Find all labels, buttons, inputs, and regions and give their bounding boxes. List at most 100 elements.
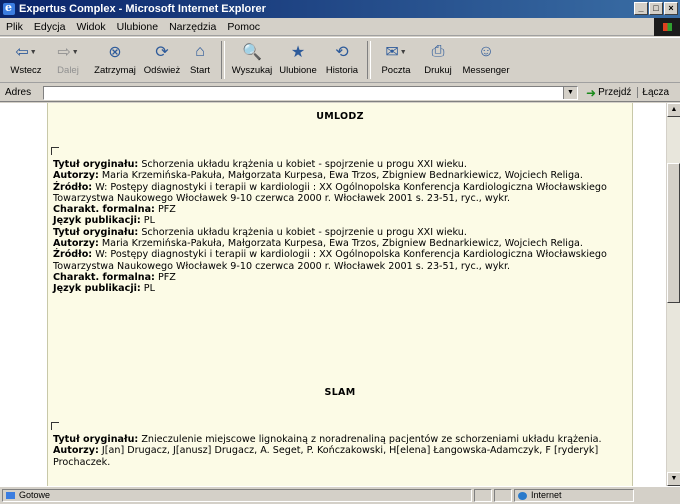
- toolbar: ⇦ ▼ Wstecz ⇨ ▼ Dalej ⊗ Zatrzymaj ⟳ Odśwież ⌂ Start 🔍…: [0, 37, 680, 83]
- field-value: PL: [143, 215, 155, 227]
- security-zone: Internet: [514, 489, 634, 502]
- links-button[interactable]: Łącza: [637, 87, 669, 98]
- window-title: Expertus Complex - Microsoft Internet Ex…: [19, 3, 266, 15]
- field-label: Tytuł oryginału:: [53, 226, 139, 238]
- address-dropdown-icon[interactable]: ▼: [563, 86, 577, 99]
- menu-item[interactable]: Edycja: [34, 21, 66, 33]
- record-field: Źródło: W: Postępy diagnostyki i terapii…: [53, 182, 622, 205]
- record-field: Autorzy: Maria Krzemińska-Pakuła, Małgor…: [53, 170, 622, 181]
- field-label: Autorzy:: [53, 238, 99, 250]
- section-heading: UMLODZ: [316, 111, 364, 122]
- field-label: Tytuł oryginału:: [53, 434, 139, 445]
- field-value: J[an] Drugacz, J[anusz] Drugacz, A. Sege…: [53, 445, 599, 468]
- toolbar-label: Wstecz: [10, 65, 42, 76]
- field-value: W: Postępy diagnostyki i terapii w kardi…: [53, 181, 607, 204]
- address-bar: Adres ▼ ➜ Przejdź Łącza: [0, 84, 680, 102]
- ie-logo-icon: [3, 1, 15, 15]
- start-button[interactable]: ⌂ Start: [182, 38, 218, 82]
- record-field: Język publikacji: PL: [53, 283, 622, 294]
- record-checkbox[interactable]: [51, 422, 59, 430]
- refresh-icon: ⟳: [155, 44, 169, 61]
- minimize-button[interactable]: _: [634, 2, 648, 15]
- record-checkbox[interactable]: [51, 147, 59, 155]
- od-wie--button[interactable]: ⟳ Odśwież: [142, 38, 182, 82]
- menu-item[interactable]: Widok: [76, 21, 105, 33]
- field-value: PFZ: [157, 271, 176, 283]
- maximize-button[interactable]: □: [649, 2, 663, 15]
- scroll-thumb[interactable]: [667, 163, 680, 303]
- title-bar: Expertus Complex - Microsoft Internet Ex…: [0, 0, 680, 18]
- field-label: Autorzy:: [53, 445, 99, 457]
- close-button[interactable]: ×: [664, 2, 678, 15]
- record-field: Charakt. formalna: PFZ: [53, 204, 622, 215]
- field-label: Język publikacji:: [53, 215, 141, 227]
- record-field: Charakt. formalna: PFZ: [53, 272, 622, 283]
- status-pane: [474, 489, 492, 502]
- messenger-icon: ☺: [477, 43, 495, 60]
- windows-logo-icon: [654, 18, 680, 36]
- toolbar-label: Zatrzymaj: [94, 65, 136, 76]
- search-icon: 🔍: [242, 44, 262, 61]
- wyszukaj-button[interactable]: 🔍 Wyszukaj: [228, 38, 276, 82]
- scroll-up-icon[interactable]: ▲: [667, 103, 680, 117]
- page-viewport: UMLODZ Tytuł oryginału: Schorzenia układu…: [0, 103, 680, 486]
- home-icon: ⌂: [195, 43, 205, 60]
- menu-item[interactable]: Plik: [6, 21, 23, 33]
- history-icon: ⟲: [335, 44, 349, 61]
- toolbar-label: Start: [189, 65, 211, 76]
- status-pane: [494, 489, 512, 502]
- field-label: Tytuł oryginału:: [53, 159, 139, 170]
- chevron-down-icon: ▼: [29, 48, 37, 56]
- field-label: Źródło:: [53, 249, 93, 261]
- chevron-down-icon: ▼: [399, 48, 407, 56]
- ulubione-button[interactable]: ★ Ulubione: [276, 38, 320, 82]
- menu-bar: Plik Edycja Widok Ulubione Narzędzia Pomoc: [0, 18, 680, 36]
- toolbar-label: Ulubione: [279, 65, 317, 76]
- record: Tytuł oryginału: Znieczulenie miejscowe …: [48, 434, 632, 468]
- record-field: Język publikacji: PL: [53, 215, 622, 226]
- vertical-scrollbar[interactable]: ▲ ▼: [666, 103, 680, 486]
- toolbar-label: Wyszukaj: [231, 65, 273, 76]
- status-text: Gotowe: [2, 489, 472, 502]
- forward-arrow-icon: ⇨ ▼: [57, 44, 79, 61]
- toolbar-label: Poczta: [381, 65, 411, 76]
- field-value: Maria Krzemińska-Pakuła, Małgorzata Kurp…: [101, 238, 583, 250]
- zatrzymaj-button[interactable]: ⊗ Zatrzymaj: [88, 38, 142, 82]
- menu-item[interactable]: Ulubione: [117, 21, 158, 33]
- toolbar-label: Drukuj: [424, 65, 452, 76]
- poczta-button[interactable]: ✉ ▼ Poczta: [374, 38, 418, 82]
- field-value: Znieczulenie miejscowe lignokainą z nora…: [141, 434, 602, 445]
- toolbar-label: Dalej: [57, 65, 79, 76]
- window-controls: _ □ ×: [634, 2, 678, 15]
- field-value: Maria Krzemińska-Pakuła, Małgorzata Kurp…: [101, 170, 583, 182]
- favorites-icon: ★: [290, 44, 306, 61]
- field-value: PFZ: [157, 204, 176, 216]
- record-field: Autorzy: Maria Krzemińska-Pakuła, Małgor…: [53, 238, 622, 249]
- drukuj-button[interactable]: ⎙ Drukuj: [418, 38, 458, 82]
- links-label: Łącza: [642, 87, 670, 98]
- field-label: Charakt. formalna:: [53, 271, 155, 283]
- historia-button[interactable]: ⟲ Historia: [320, 38, 364, 82]
- toolbar-separator: [221, 41, 225, 79]
- menu-item[interactable]: Pomoc: [227, 21, 260, 33]
- chevron-down-icon: ▼: [71, 48, 79, 56]
- go-button[interactable]: ➜ Przejdź: [586, 86, 631, 100]
- mail-icon: ✉ ▼: [385, 44, 407, 61]
- menu-item[interactable]: Narzędzia: [169, 21, 216, 33]
- record-field: Tytuł oryginału: Schorzenia układu krąże…: [53, 159, 622, 170]
- go-label: Przejdź: [598, 87, 632, 98]
- toolbar-label: Historia: [325, 65, 359, 76]
- scroll-down-icon[interactable]: ▼: [667, 472, 680, 486]
- record: Tytuł oryginału: Schorzenia układu krąże…: [48, 159, 632, 295]
- results-panel: UMLODZ Tytuł oryginału: Schorzenia układu…: [47, 103, 633, 486]
- dalej-button[interactable]: ⇨ ▼ Dalej: [48, 38, 88, 82]
- address-input[interactable]: ▼: [43, 85, 578, 100]
- field-value: PL: [143, 283, 155, 295]
- address-label: Adres: [5, 87, 32, 98]
- wstecz-button[interactable]: ⇦ ▼ Wstecz: [4, 38, 48, 82]
- messenger-button[interactable]: ☺ Messenger: [458, 38, 514, 82]
- go-arrow-icon: ➜: [586, 85, 597, 100]
- record-field: Tytuł oryginału: Schorzenia układu krąże…: [53, 227, 622, 238]
- field-label: Charakt. formalna:: [53, 204, 155, 216]
- back-arrow-icon: ⇦ ▼: [15, 44, 37, 61]
